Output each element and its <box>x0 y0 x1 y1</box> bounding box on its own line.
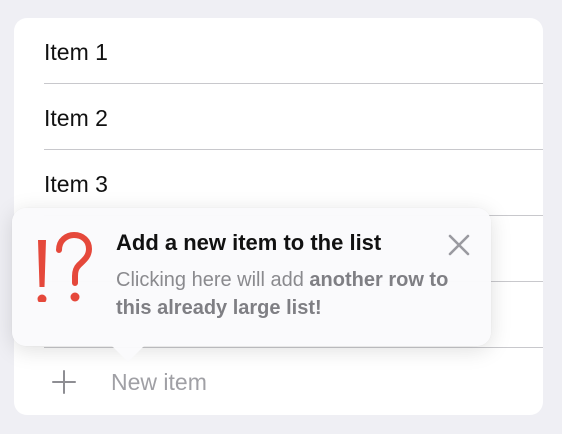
plus-icon[interactable] <box>52 370 76 394</box>
list-item[interactable]: Item 2 <box>14 84 543 150</box>
list-item[interactable]: Item 3 <box>14 150 543 216</box>
new-item-row[interactable]: New item <box>14 348 543 415</box>
tip-message-text: Clicking here will add <box>116 269 310 291</box>
tip-popover: Add a new item to the list Clicking here… <box>12 208 491 362</box>
list-item-label: Item 2 <box>44 105 108 131</box>
exclamation-question-icon <box>24 230 94 302</box>
tip-title: Add a new item to the list <box>116 230 382 255</box>
list-item-label: Item 3 <box>44 171 108 197</box>
tip-message: Clicking here will add another row to th… <box>116 266 481 322</box>
close-icon[interactable] <box>448 234 470 256</box>
list-item[interactable]: Item 1 <box>14 18 543 84</box>
tip-arrow <box>112 346 144 362</box>
list-item-label: Item 1 <box>44 39 108 65</box>
